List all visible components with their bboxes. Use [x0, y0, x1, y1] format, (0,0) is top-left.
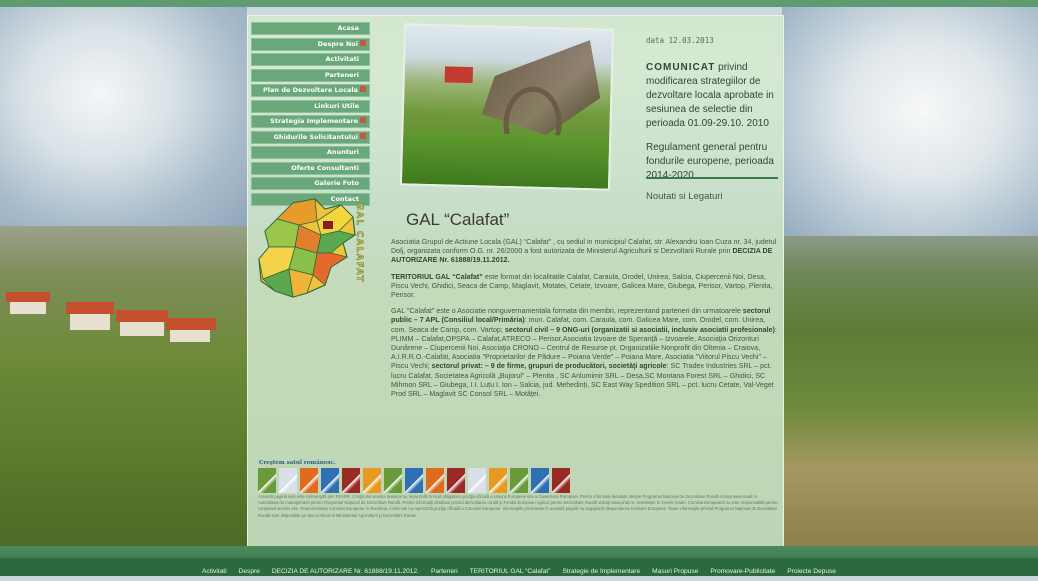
banner-tile	[258, 468, 276, 493]
expand-icon	[360, 39, 366, 46]
sector-civil-bold: sectorul civil – 9 ONG-uri (organizatii …	[504, 325, 775, 334]
noutati-link[interactable]: Noutati si Legaturi	[646, 191, 781, 202]
footer-link-7[interactable]: Promovare-Publicitate	[710, 563, 775, 581]
menu-item-label: Anunturi	[326, 148, 359, 156]
menu-item-label: Acasa	[337, 24, 359, 32]
banner-tile	[279, 468, 297, 493]
footer: Activitati Despre DECIZIA DE AUTORIZARE Nr…	[0, 546, 1038, 576]
menu-item-1[interactable]: Despre Noi	[251, 37, 370, 51]
expand-icon	[360, 86, 366, 92]
menu-item-label: Linkuri Utile	[314, 101, 359, 110]
banner-tile	[468, 468, 486, 493]
menu-item-6[interactable]: Strategia Implementare	[251, 115, 370, 128]
background-hills-left	[0, 226, 247, 546]
menu-item-0[interactable]: Acasa	[251, 22, 370, 35]
footer-link-6[interactable]: Masuri Propuse	[652, 563, 698, 581]
menu-item-10[interactable]: Galerie Foto	[251, 177, 370, 190]
fine-print: Această pagină web este cofinanţată prin…	[258, 494, 778, 518]
banner-tile	[447, 468, 465, 493]
side-divider	[646, 177, 778, 179]
banner-tile	[531, 468, 549, 493]
members-intro: GAL "Calafat" este o Asociatie nonguvern…	[391, 307, 743, 316]
logo-text: GAL CALAFAT	[354, 203, 364, 283]
menu-item-label: Plan de Dezvoltare Locala	[263, 86, 358, 94]
territory-heading: TERITORIUL GAL “Calafat”	[391, 272, 483, 281]
footer-link-5[interactable]: Strategie de Implementare	[562, 563, 640, 581]
footer-link-4[interactable]: TERITORIUL GAL “Calafat”	[470, 563, 551, 581]
sector-privat-bold: sectorul privat: – 9 de firme, grupuri d…	[431, 362, 667, 371]
intro-paragraph-1: Asociatia Grupul de Actiune Locala (GAL)…	[391, 238, 777, 256]
banner-tile	[552, 468, 570, 493]
gal-map-logo: GAL CALAFAT	[258, 198, 364, 298]
banner-tile	[363, 468, 381, 493]
footer-link-8[interactable]: Proiecte Depuse	[787, 563, 836, 581]
expand-icon	[360, 132, 366, 139]
banner-tile	[426, 468, 444, 493]
menu-item-3[interactable]: Parteneri	[251, 68, 370, 82]
menu-item-label: Strategia Implementare	[270, 117, 358, 125]
regulament-link[interactable]: Regulament general pentru fondurile euro…	[646, 141, 781, 177]
menu-item-2[interactable]: Activitati	[251, 53, 370, 66]
comunicat-title: COMUNICAT	[646, 62, 716, 73]
menu-item-label: Galerie Foto	[314, 179, 359, 187]
page-title: GAL “Calafat”	[406, 210, 510, 229]
banner-tile	[321, 468, 339, 493]
header-photo-cart	[399, 23, 615, 191]
menu-item-label: Oferte Consultanti	[291, 163, 359, 172]
background-village	[0, 292, 230, 352]
background-sky-left	[0, 7, 247, 227]
footer-link-3[interactable]: Parteneri	[431, 563, 458, 581]
main-menu: Acasa Despre Noi Activitati Parteneri Plan d…	[251, 22, 370, 208]
menu-item-label: Activitati	[325, 55, 359, 63]
footer-links: Activitati Despre DECIZIA DE AUTORIZARE Nr…	[0, 558, 1038, 576]
banner-tiles	[258, 468, 573, 493]
intro-text: Asociatia Grupul de Actiune Locala (GAL)…	[391, 238, 777, 406]
menu-item-7[interactable]: Ghidurile Solicitantului	[251, 130, 370, 144]
menu-item-label: Parteneri	[324, 70, 359, 79]
banner-tile	[342, 468, 360, 493]
footer-link-0[interactable]: Activitati	[202, 563, 227, 581]
background-sky-right	[782, 7, 1038, 237]
rural-banner[interactable]: Creştem satul românesc.	[258, 460, 598, 494]
banner-tile	[384, 468, 402, 493]
footer-link-1[interactable]: Despre	[239, 563, 260, 581]
menu-item-5[interactable]: Linkuri Utile	[251, 99, 370, 113]
comunicat-link[interactable]: COMUNICAT privind modificarea strategiil…	[646, 61, 781, 131]
banner-tile	[510, 468, 528, 493]
top-bar	[0, 0, 1038, 7]
banner-tile	[489, 468, 507, 493]
footer-link-2[interactable]: DECIZIA DE AUTORIZARE Nr. 61888/19.11.20…	[272, 563, 419, 581]
background-hills-right	[782, 236, 1038, 546]
menu-item-label: Despre Noi	[317, 39, 358, 48]
banner-label: Creştem satul românesc.	[259, 460, 336, 466]
side-column: data 12.03.2013 COMUNICAT privind modifi…	[646, 36, 781, 202]
menu-item-8[interactable]: Anunturi	[251, 146, 370, 159]
expand-icon	[360, 117, 366, 123]
menu-item-4[interactable]: Plan de Dezvoltare Locala	[251, 84, 370, 97]
banner-tile	[300, 468, 318, 493]
banner-tile	[405, 468, 423, 493]
news-date: data 12.03.2013	[646, 36, 714, 45]
menu-item-label: Ghidurile Solicitantului	[273, 132, 358, 141]
menu-item-9[interactable]: Oferte Consultanti	[251, 161, 370, 175]
